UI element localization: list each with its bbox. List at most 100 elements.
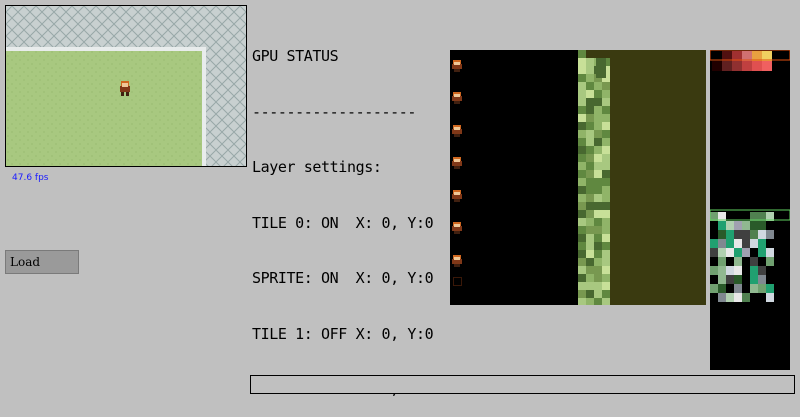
tileset-tile xyxy=(602,234,610,242)
tileset-tile xyxy=(578,50,586,58)
palette-swatch xyxy=(718,275,726,284)
tileset-tile xyxy=(594,250,602,258)
palette-swatch xyxy=(742,230,750,239)
tileset-tile xyxy=(586,258,594,266)
tileset-tile xyxy=(586,82,594,90)
tileset-tile xyxy=(594,282,602,290)
palette-swatch xyxy=(726,266,734,275)
palette-swatch xyxy=(758,284,766,293)
tileset-tile xyxy=(586,290,594,298)
palette-swatch xyxy=(734,221,742,230)
palette-swatch xyxy=(718,230,726,239)
tileset-tile xyxy=(602,146,610,154)
game-screen[interactable] xyxy=(5,5,247,167)
palette-swatch xyxy=(758,275,766,284)
sprite-tile xyxy=(452,222,462,234)
palette-swatch xyxy=(758,230,766,239)
load-button[interactable]: Load xyxy=(5,250,79,274)
tileset-tile xyxy=(578,154,586,162)
tileset-tile xyxy=(602,194,610,202)
palette-swatch xyxy=(766,230,774,239)
palette-swatch xyxy=(762,61,772,71)
tileset-tile xyxy=(586,186,594,194)
sprite-pixel xyxy=(454,94,460,97)
palette-swatch xyxy=(758,239,766,248)
palette-swatch xyxy=(758,266,766,275)
tileset-tile xyxy=(602,170,610,178)
tileset-tile xyxy=(602,218,610,226)
tileset-tile xyxy=(586,106,594,114)
palette-swatch xyxy=(710,239,718,248)
tileset-tile xyxy=(578,82,586,90)
sprite-tile xyxy=(452,125,462,137)
tileset-tile xyxy=(586,242,594,250)
tileset-tile xyxy=(602,138,610,146)
palette-swatch xyxy=(726,230,734,239)
tileset-tile xyxy=(578,298,586,305)
tileset-tile xyxy=(586,218,594,226)
sprite-tile xyxy=(452,255,462,267)
tileset-tile xyxy=(602,154,610,162)
tileset-tile xyxy=(578,234,586,242)
tileset-tile xyxy=(578,258,586,266)
palette-swatch xyxy=(750,257,758,266)
tileset-tile xyxy=(594,146,602,154)
game-scene xyxy=(6,6,246,166)
tileset-tile xyxy=(586,122,594,130)
tileset-tile xyxy=(602,82,610,90)
tileset-tile xyxy=(594,130,602,138)
sprite-pixel xyxy=(454,264,460,267)
tileset-tile xyxy=(602,98,610,106)
palette-swatch xyxy=(742,61,752,71)
tileset-tile xyxy=(586,162,594,170)
sprite-pixel xyxy=(454,224,460,227)
palette-swatch xyxy=(750,239,758,248)
tileset-tile xyxy=(594,90,602,98)
tileset-tile xyxy=(594,218,602,226)
tileset-tile xyxy=(594,258,602,266)
tileset-tile xyxy=(602,122,610,130)
tileset-tile xyxy=(578,282,586,290)
tileset-tile xyxy=(586,250,594,258)
tileset-tile xyxy=(586,138,594,146)
palette-swatch xyxy=(726,221,734,230)
tileset-tile xyxy=(594,242,602,250)
sprite-pixel xyxy=(454,231,460,234)
sprite-pixel xyxy=(454,199,460,202)
gpu-status-title: GPU STATUS xyxy=(252,47,339,65)
sprite-tile xyxy=(452,157,462,169)
tileset-tile xyxy=(602,258,610,266)
tileset-tile xyxy=(586,234,594,242)
palette-swatch xyxy=(734,284,742,293)
tileset-tile xyxy=(602,250,610,258)
tileset-tile xyxy=(578,74,586,82)
tileset-tile xyxy=(578,58,586,66)
layer-row-tile1: TILE 1: OFF X: 0, Y:0 xyxy=(252,324,434,343)
tileset-tile xyxy=(578,138,586,146)
grass-border-right xyxy=(202,47,206,166)
sprite-tile xyxy=(452,92,462,104)
palette-swatch xyxy=(766,293,774,302)
tileset-tile xyxy=(594,234,602,242)
palette-swatch xyxy=(766,257,774,266)
palette-viewer xyxy=(710,50,790,370)
palette-swatch xyxy=(718,284,726,293)
grass-border-top xyxy=(6,47,206,51)
tileset-tile xyxy=(602,210,610,218)
palette-swatch xyxy=(718,257,726,266)
tileset-tile xyxy=(602,90,610,98)
tileset-tile xyxy=(594,274,602,282)
palette-swatch xyxy=(734,293,742,302)
palette-swatch xyxy=(766,284,774,293)
tileset-tile xyxy=(578,226,586,234)
tileset-tile xyxy=(586,178,594,186)
sprite-pixel xyxy=(454,127,460,130)
tileset-tile xyxy=(578,218,586,226)
tileset-tile xyxy=(602,186,610,194)
tileset-tile xyxy=(578,242,586,250)
sprite-pixel xyxy=(454,134,460,137)
tileset-tile xyxy=(602,274,610,282)
tileset-tile xyxy=(578,274,586,282)
palette-swatch xyxy=(734,266,742,275)
tileset-tree-tile xyxy=(596,58,606,78)
